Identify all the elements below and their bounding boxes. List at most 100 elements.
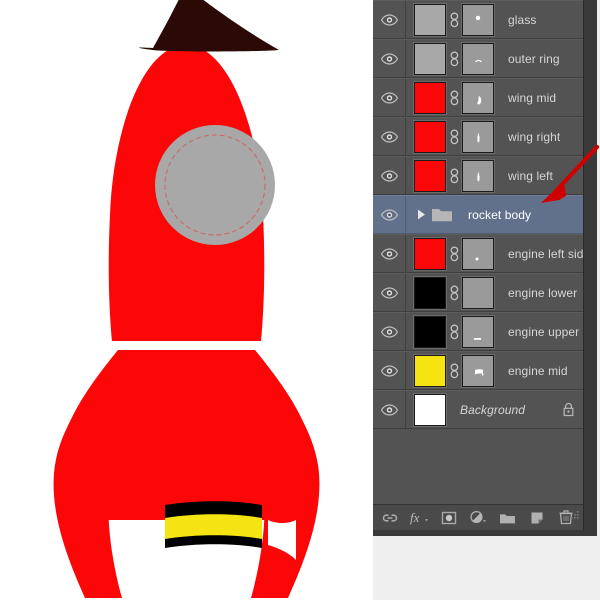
visibility-toggle[interactable]: [373, 196, 406, 233]
mask-link-icon[interactable]: [446, 51, 462, 67]
layer-thumbnail[interactable]: [414, 276, 446, 309]
layer-thumbnail[interactable]: [414, 3, 446, 36]
visibility-toggle[interactable]: [373, 391, 406, 428]
layers-panel[interactable]: glass outer ring wing mid wing right wing le…: [373, 0, 600, 600]
layer-name[interactable]: wing left: [494, 169, 553, 183]
visibility-toggle[interactable]: [373, 313, 406, 350]
layer-mask-icon: [441, 511, 456, 524]
visibility-toggle[interactable]: [373, 79, 406, 116]
link-chain-icon: [450, 285, 458, 300]
visibility-toggle[interactable]: [373, 157, 406, 194]
artboard-canvas[interactable]: [0, 0, 373, 600]
layer-mask-thumbnail[interactable]: [462, 237, 494, 270]
layer-name[interactable]: outer ring: [494, 52, 560, 66]
folder-icon: [432, 209, 452, 222]
layer-thumbnail[interactable]: [414, 81, 446, 114]
mask-link-icon[interactable]: [446, 168, 462, 184]
link-chain-icon: [450, 129, 458, 144]
layer-name[interactable]: Background: [446, 403, 553, 417]
mask-thumbnail-sliver: [477, 171, 480, 181]
layer-mask-thumbnail[interactable]: [462, 276, 494, 309]
layer-row-wing-left[interactable]: wing left: [373, 156, 583, 195]
visibility-toggle[interactable]: [373, 1, 406, 38]
mask-link-icon[interactable]: [446, 12, 462, 28]
resize-grip-icon: [571, 511, 579, 519]
layer-name[interactable]: engine mid: [494, 364, 568, 378]
layer-thumbnail[interactable]: [414, 354, 446, 387]
layer-thumbnails[interactable]: [406, 81, 494, 114]
layer-thumbnails[interactable]: [406, 393, 446, 426]
layer-thumbnails[interactable]: [406, 315, 494, 348]
layer-thumbnails[interactable]: [406, 120, 494, 153]
layer-row-outer-ring[interactable]: outer ring: [373, 39, 583, 78]
layer-row-rocket-body[interactable]: rocket body: [373, 195, 583, 234]
layer-thumbnails[interactable]: [406, 237, 494, 270]
layer-name[interactable]: wing mid: [494, 91, 556, 105]
layer-mask-thumbnail[interactable]: [462, 354, 494, 387]
layer-style-button[interactable]: fx: [408, 507, 430, 529]
layer-name[interactable]: engine upper: [494, 325, 579, 339]
layer-name[interactable]: engine left side: [494, 247, 590, 261]
layer-thumbnails[interactable]: [406, 42, 494, 75]
layer-name[interactable]: engine lower: [494, 286, 577, 300]
link-layers-button[interactable]: [379, 507, 401, 529]
group-folder-thumb[interactable]: [428, 206, 456, 223]
link-chain-icon: [450, 246, 458, 261]
mask-link-icon[interactable]: [446, 90, 462, 106]
mask-link-icon[interactable]: [446, 246, 462, 262]
layer-thumbnails[interactable]: [406, 3, 494, 36]
layer-row-engine-upper[interactable]: engine upper: [373, 312, 583, 351]
layer-row-engine-mid[interactable]: engine mid: [373, 351, 583, 390]
layer-name[interactable]: rocket body: [456, 208, 553, 222]
mask-thumbnail-arc: [475, 59, 482, 62]
layers-list[interactable]: glass outer ring wing mid wing right wing le…: [373, 0, 590, 429]
layer-thumbnails[interactable]: [406, 276, 494, 309]
svg-text:fx: fx: [410, 510, 420, 525]
visibility-toggle[interactable]: [373, 274, 406, 311]
layer-row-wing-right[interactable]: wing right: [373, 117, 583, 156]
layer-name[interactable]: wing right: [494, 130, 560, 144]
layer-row-background[interactable]: Background: [373, 390, 583, 429]
layer-row-wing-mid[interactable]: wing mid: [373, 78, 583, 117]
mask-link-icon[interactable]: [446, 285, 462, 301]
panel-resize-grip[interactable]: [569, 508, 579, 526]
eye-icon: [380, 52, 398, 65]
layer-thumbnail[interactable]: [414, 159, 446, 192]
new-group-button[interactable]: [496, 507, 518, 529]
layer-mask-thumbnail[interactable]: [462, 120, 494, 153]
layer-mask-thumbnail[interactable]: [462, 81, 494, 114]
layer-thumbnails[interactable]: [406, 159, 494, 192]
layer-row-engine-lower[interactable]: engine lower: [373, 273, 583, 312]
add-layer-mask-button[interactable]: [438, 507, 460, 529]
layers-toolbar[interactable]: fx: [373, 504, 583, 530]
layer-thumbnail[interactable]: [414, 237, 446, 270]
eye-icon: [380, 91, 398, 104]
layer-thumbnails[interactable]: [406, 354, 494, 387]
layer-mask-thumbnail[interactable]: [462, 42, 494, 75]
adjustment-layer-button[interactable]: [467, 507, 489, 529]
link-icon: [382, 513, 398, 522]
layer-row-engine-left-side[interactable]: engine left side: [373, 234, 590, 273]
mask-link-icon[interactable]: [446, 324, 462, 340]
layer-thumbnail[interactable]: [414, 120, 446, 153]
layer-thumbnail[interactable]: [414, 42, 446, 75]
layer-mask-thumbnail[interactable]: [462, 3, 494, 36]
layers-list-container[interactable]: glass outer ring wing mid wing right wing le…: [373, 0, 590, 536]
layer-thumbnail[interactable]: [414, 315, 446, 348]
layer-mask-thumbnail[interactable]: [462, 315, 494, 348]
layer-name[interactable]: glass: [494, 13, 553, 27]
layer-row-glass[interactable]: glass: [373, 0, 583, 39]
new-layer-button[interactable]: [526, 507, 548, 529]
mask-link-icon[interactable]: [446, 363, 462, 379]
mask-link-icon[interactable]: [446, 129, 462, 145]
visibility-toggle[interactable]: [373, 118, 406, 155]
visibility-toggle[interactable]: [373, 235, 406, 272]
eye-icon: [380, 364, 398, 377]
group-expander[interactable]: [414, 209, 428, 220]
layer-thumbnail[interactable]: [414, 393, 446, 426]
visibility-toggle[interactable]: [373, 352, 406, 389]
layer-mask-thumbnail[interactable]: [462, 159, 494, 192]
group-header[interactable]: [406, 206, 456, 223]
layer-lock-indicator[interactable]: [553, 402, 583, 417]
visibility-toggle[interactable]: [373, 40, 406, 77]
